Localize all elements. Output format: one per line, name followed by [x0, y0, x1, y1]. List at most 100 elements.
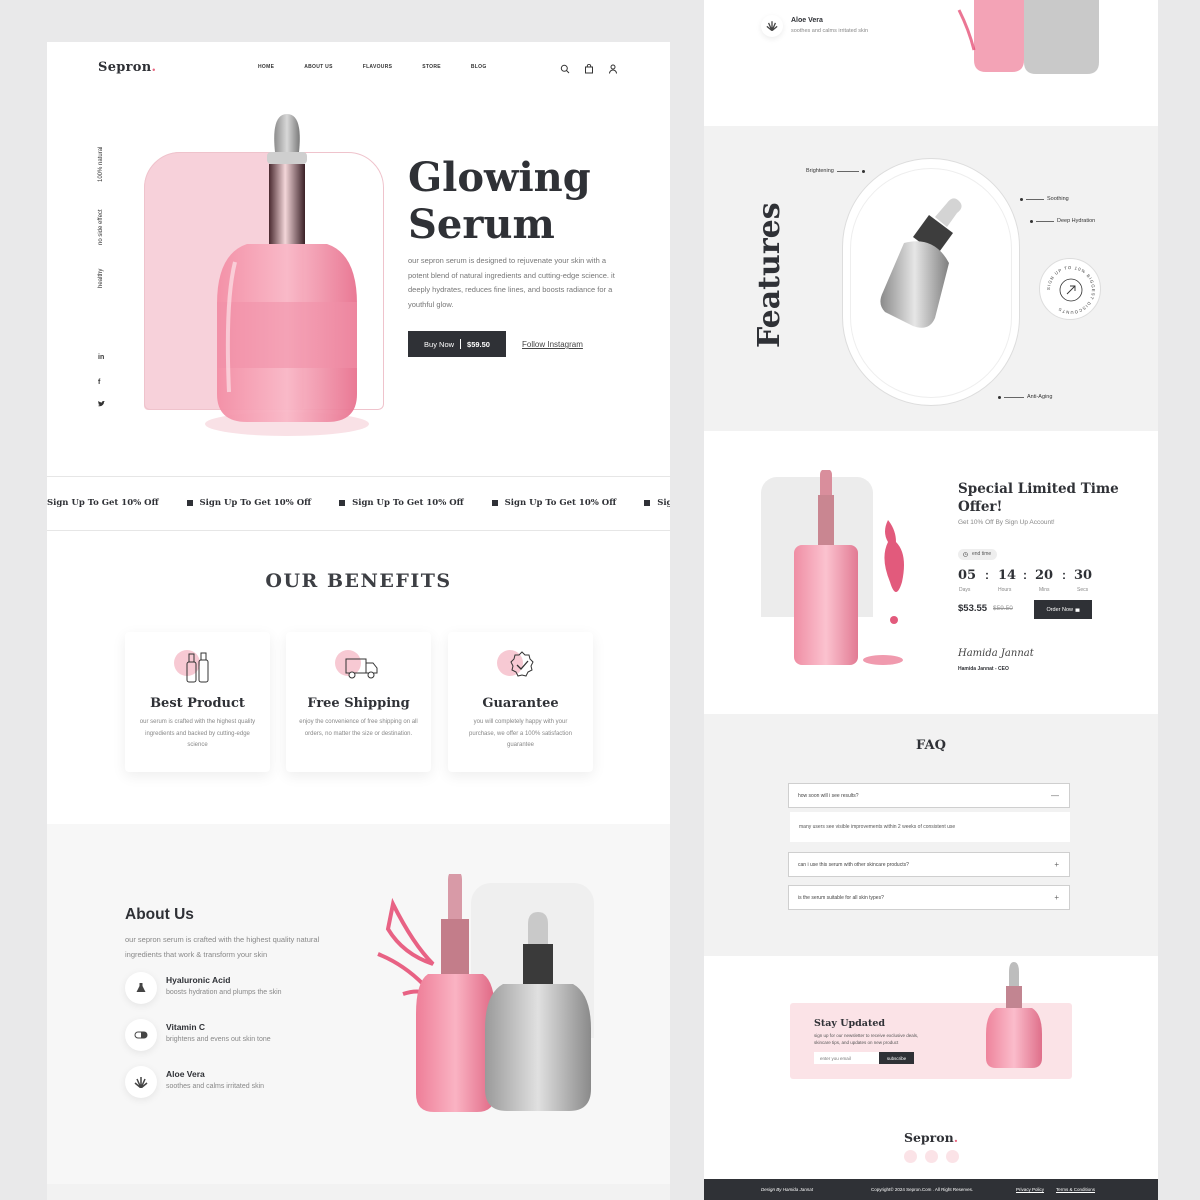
offer-old-price: $59.50 — [993, 605, 1013, 612]
terms-link[interactable]: Terms & Conditions — [1056, 1187, 1095, 1192]
faq-item[interactable]: can i use this serum with other skincare… — [788, 852, 1070, 877]
bottles-icon — [174, 650, 220, 686]
facebook-icon[interactable] — [946, 1150, 959, 1163]
about-bottles-image — [377, 874, 591, 1112]
countdown-days: 05 — [958, 568, 977, 583]
countdown-colon: : — [1062, 568, 1066, 582]
feature-label-anti-aging: Anti-Aging — [998, 394, 1052, 400]
facebook-icon[interactable]: f — [98, 379, 100, 386]
footer-bar: Design By Hamida Jannat Copyright© 2024 … — [704, 1179, 1158, 1200]
copyright: Copyright© 2024 Sepron.Com . All Right R… — [871, 1187, 974, 1192]
benefits-title: OUR BENEFITS — [265, 570, 452, 592]
countdown-mins: 20 — [1035, 568, 1054, 583]
ingredient-name: Aloe Vera — [791, 17, 823, 24]
footer-social — [904, 1150, 959, 1163]
faq-title: FAQ — [916, 738, 946, 753]
offer-title: Special Limited Time Offer! — [958, 481, 1119, 515]
bag-icon — [1075, 608, 1080, 612]
instagram-icon[interactable] — [904, 1150, 917, 1163]
marquee-item: Sign Up To Get 10% Off — [47, 498, 159, 508]
brand-logo[interactable]: Sepron. — [98, 60, 156, 75]
offer-price: $53.55 — [958, 603, 988, 614]
benefit-card-best-product: Best Product our serum is crafted with t… — [125, 632, 270, 772]
expand-icon[interactable]: + — [1054, 860, 1059, 869]
countdown-colon: : — [985, 568, 989, 582]
order-now-button[interactable]: Order Now — [1034, 600, 1092, 619]
ceo-name: Hamida Jannat - CEO — [958, 666, 1009, 672]
subscribe-button[interactable]: subscribe — [879, 1052, 914, 1064]
next-section-strip — [47, 1184, 670, 1200]
aloe-icon — [761, 15, 783, 37]
features-title: Features — [752, 202, 787, 348]
faq-answer: many users see visible improvements with… — [790, 812, 1070, 842]
landing-page-right: Aloe Vera soothes and calms irritated sk… — [704, 0, 1158, 1200]
nav-blog[interactable]: BLOG — [471, 64, 487, 70]
features-bottle-image — [880, 198, 962, 328]
collapse-icon[interactable]: — — [1051, 791, 1059, 800]
newsletter-email-input[interactable] — [814, 1052, 880, 1064]
faq-item[interactable]: is the serum suitable for all skin types… — [788, 885, 1070, 910]
about-title: About Us — [125, 906, 194, 923]
ingredient-desc: boosts hydration and plumps the skin — [166, 989, 282, 996]
hero-title: Glowing Serum — [408, 154, 591, 248]
end-time-chip: end time — [958, 549, 998, 560]
top-bottles-image — [957, 0, 1099, 74]
privacy-link[interactable]: Privacy Policy — [1016, 1187, 1044, 1192]
linkedin-icon[interactable]: in — [98, 354, 104, 361]
badge-check-icon — [497, 650, 543, 686]
hero-description: our sepron serum is designed to rejuvena… — [408, 256, 615, 309]
user-icon[interactable] — [608, 61, 618, 74]
clock-icon — [963, 552, 968, 557]
hero-serum-bottle-image — [205, 114, 369, 436]
ingredient-desc: brightens and evens out skin tone — [166, 1036, 271, 1043]
nav-about[interactable]: ABOUT US — [304, 64, 333, 70]
feature-label-brightening: Brightening — [806, 168, 865, 174]
side-label-no-side-effect: no side effect — [98, 209, 104, 245]
ingredient-name: Vitamin C — [166, 1022, 206, 1032]
benefit-desc: you will completely happy with your purc… — [469, 719, 572, 748]
marquee-item: Sign Up To Get 10% Off — [644, 498, 670, 508]
faq-item-expanded[interactable]: how soon will i see results? — — [788, 783, 1070, 808]
benefit-card-guarantee: Guarantee you will completely happy with… — [448, 632, 593, 772]
nav-icons — [560, 61, 618, 74]
about-description: our sepron serum is crafted with the hig… — [125, 935, 320, 959]
countdown-secs-label: Secs — [1077, 587, 1089, 593]
buy-now-button[interactable]: Buy Now $59.50 — [408, 331, 506, 357]
landing-page-left: Sepron. HOME ABOUT US FLAVOURS STORE BLO… — [47, 42, 670, 1200]
ingredient-desc: soothes and calms irritated skin — [166, 1083, 265, 1090]
countdown-hours: 14 — [998, 568, 1017, 583]
offer-subtitle: Get 10% Off By Sign Up Account! — [958, 519, 1055, 526]
footer-logo[interactable]: Sepron. — [704, 1130, 1158, 1145]
countdown-days-label: Days — [959, 587, 971, 593]
benefit-title: Guarantee — [482, 696, 559, 711]
marquee-item: Sign Up To Get 10% Off — [186, 498, 311, 508]
top-nav: Sepron. HOME ABOUT US FLAVOURS STORE BLO… — [47, 42, 670, 92]
benefit-title: Best Product — [150, 696, 245, 711]
nav-store[interactable]: STORE — [422, 64, 441, 70]
newsletter-bottle-image — [986, 962, 1042, 1068]
capsule-icon — [125, 1019, 157, 1051]
search-icon[interactable] — [560, 61, 570, 74]
flask-icon — [125, 972, 157, 1004]
twitter-icon[interactable] — [925, 1150, 938, 1163]
discount-badge[interactable]: SIGN UP TO 10% BIGGEST DISCOUNTS — [1039, 258, 1101, 320]
benefit-title: Free Shipping — [307, 696, 410, 711]
expand-icon[interactable]: + — [1054, 893, 1059, 902]
side-label-natural: 100% natural — [98, 146, 104, 182]
ceo-signature: Hamida Jannat — [958, 648, 1034, 659]
marquee-item: Sign Up To Get 10% Off — [339, 498, 464, 508]
shopping-bag-icon[interactable] — [584, 61, 594, 74]
nav-flavours[interactable]: FLAVOURS — [363, 64, 393, 70]
twitter-icon[interactable] — [98, 401, 105, 409]
benefit-desc: enjoy the convenience of free shipping o… — [299, 719, 418, 737]
countdown-hours-label: Hours — [998, 587, 1012, 593]
ingredient-name: Aloe Vera — [166, 1069, 205, 1079]
ingredient-name: Hyaluronic Acid — [166, 975, 231, 985]
marquee-item: Sign Up To Get 10% Off — [491, 498, 616, 508]
nav-links: HOME ABOUT US FLAVOURS STORE BLOG — [258, 64, 517, 70]
newsletter-title: Stay Updated — [814, 1018, 886, 1029]
nav-home[interactable]: HOME — [258, 64, 274, 70]
newsletter-desc: sign up for our newsletter to receive ex… — [814, 1033, 919, 1045]
countdown-colon: : — [1023, 568, 1027, 582]
follow-instagram-link[interactable]: Follow Instagram — [522, 340, 583, 349]
